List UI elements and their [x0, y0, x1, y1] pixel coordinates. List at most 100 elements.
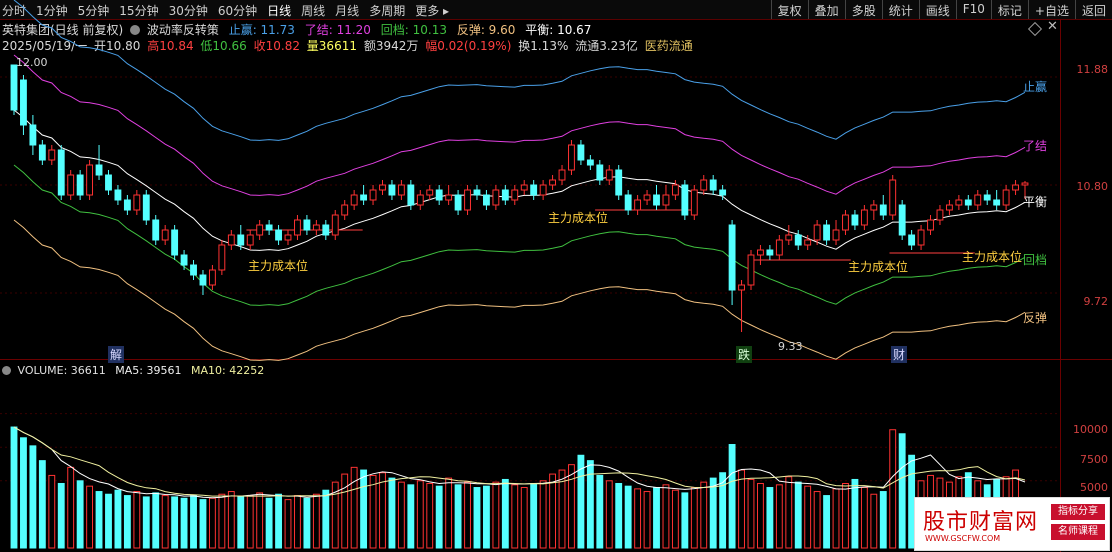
volume-bar — [738, 469, 745, 549]
candle-body — [218, 244, 226, 271]
candle-body — [917, 229, 925, 246]
candle-body — [643, 194, 651, 201]
volume-bar — [747, 478, 755, 549]
candle-body — [605, 169, 613, 181]
axis-divider — [1060, 19, 1061, 552]
volume-bar — [38, 460, 46, 549]
volume-axis-label: 5000 — [1080, 481, 1108, 494]
candle-body — [738, 284, 745, 291]
volume-bar — [483, 485, 490, 549]
kline-chart[interactable] — [0, 0, 1060, 552]
candle-body — [180, 254, 188, 266]
candle-body — [586, 159, 594, 166]
candle-body — [728, 224, 736, 291]
candle-body — [794, 234, 802, 246]
volume-bar — [227, 491, 235, 549]
toolbar-button-8[interactable]: 返回 — [1074, 0, 1112, 19]
volume-bar — [823, 495, 831, 549]
volume-bar — [133, 491, 141, 549]
candle-body — [57, 149, 65, 196]
volume-bar — [681, 492, 689, 549]
volume-bar — [473, 487, 481, 549]
volume-bar — [105, 493, 112, 549]
volume-bar — [671, 489, 679, 549]
volume-bar — [284, 499, 292, 549]
event-marker-cai[interactable]: 财 — [891, 346, 908, 363]
candle-body — [86, 164, 94, 196]
candle-body — [1012, 184, 1019, 191]
candle-body — [265, 224, 273, 231]
volume-bar — [860, 487, 868, 549]
candle-body — [775, 239, 783, 256]
candle-body — [199, 274, 207, 286]
volume-bar — [709, 477, 717, 549]
cost-label-3: 主力成本位 — [848, 260, 909, 274]
volume-bar — [95, 491, 103, 549]
candle-body — [492, 189, 500, 206]
candle-body — [889, 179, 897, 216]
candle-body — [237, 234, 245, 246]
candle-body — [190, 264, 197, 276]
candle-body — [123, 199, 131, 211]
candle-body — [964, 199, 972, 206]
candle-body — [539, 184, 547, 196]
volume-axis-label: 7500 — [1080, 453, 1108, 466]
candle-body — [898, 204, 906, 236]
volume-bar — [719, 472, 727, 549]
candle-body — [331, 214, 339, 236]
volume-bar — [520, 487, 528, 549]
candle-body — [879, 204, 887, 216]
candle-body — [360, 194, 368, 201]
candle-body — [294, 219, 301, 236]
candle-body — [20, 79, 27, 126]
volume-bar — [20, 437, 27, 549]
watermark-logo: 股市财富网 WWW.GSCFW.COM 指标分享 名师课程 — [914, 497, 1110, 551]
volume-bar — [454, 484, 462, 549]
candle-body — [671, 184, 679, 196]
volume-bar — [643, 491, 651, 549]
candle-body — [596, 164, 604, 181]
huidang-line-label: 回档 — [1023, 253, 1048, 267]
lejie-line-label: 了结 — [1023, 139, 1048, 153]
candle-body — [927, 219, 934, 231]
zhiying-line — [13, 0, 1026, 141]
volume-bar — [898, 433, 906, 549]
price-axis-label: 10.80 — [1076, 180, 1109, 193]
volume-bar — [161, 495, 169, 549]
candle-body — [76, 174, 84, 196]
candle-body — [577, 144, 585, 161]
candle-body — [511, 189, 519, 201]
candle-body — [983, 194, 991, 201]
candle-body — [757, 249, 764, 256]
watermark-url: WWW.GSCFW.COM — [925, 534, 1001, 543]
volume-axis-label: 10000 — [1073, 423, 1108, 436]
candle-body — [823, 224, 831, 241]
volume-bar — [492, 481, 500, 549]
volume-bar — [879, 491, 887, 549]
volume-bar — [86, 485, 94, 549]
event-marker-die[interactable]: 跌 — [736, 346, 753, 363]
candle-body — [955, 199, 963, 206]
candle-body — [483, 194, 490, 206]
cost-label-2: 主力成本位 — [548, 211, 609, 225]
candle-body — [369, 189, 377, 201]
candle-body — [341, 204, 349, 216]
price-axis-label: 9.72 — [1083, 295, 1109, 308]
volume-bar — [171, 496, 179, 549]
volume-bar — [605, 480, 613, 549]
cost-label-4: 主力成本位 — [962, 250, 1023, 264]
candle-body — [114, 189, 122, 201]
volume-bar — [142, 496, 150, 549]
candle-body — [38, 144, 46, 161]
candle-body — [133, 194, 141, 211]
volume-bar — [794, 481, 802, 549]
candle-body — [936, 209, 944, 221]
candle-body — [832, 229, 840, 241]
candle-body — [10, 64, 18, 111]
candle-body — [454, 194, 462, 211]
candle-body — [530, 184, 538, 196]
candle-body — [690, 189, 698, 216]
volume-bar — [350, 466, 358, 549]
volume-toggle-icon[interactable] — [2, 366, 11, 375]
event-marker-jie[interactable]: 解 — [108, 346, 125, 363]
